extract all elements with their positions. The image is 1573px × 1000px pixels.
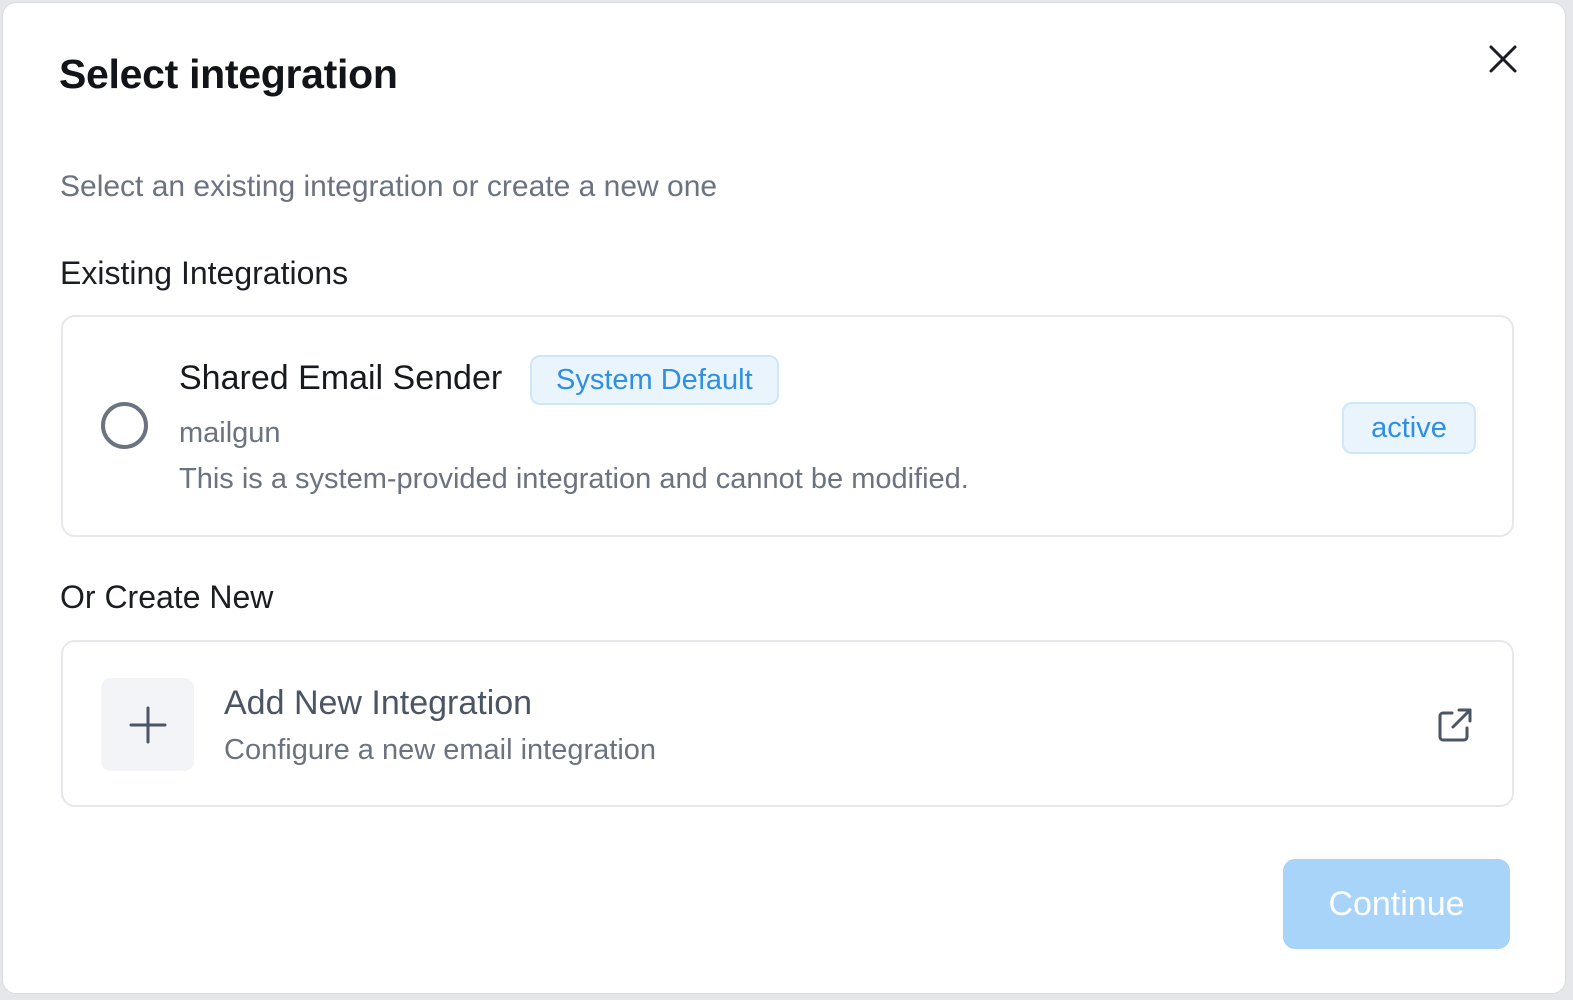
integration-provider: mailgun [179,417,281,449]
external-link-icon[interactable] [1435,705,1475,745]
integration-name: Shared Email Sender [179,359,503,397]
status-badge: active [1342,402,1476,454]
plus-icon [129,706,166,743]
integration-radio[interactable] [101,402,148,449]
integration-description: This is a system-provided integration an… [179,463,969,495]
add-new-integration-card[interactable]: Add New Integration Configure a new emai… [61,640,1514,807]
continue-button[interactable]: Continue [1283,859,1510,949]
close-icon [1489,45,1517,73]
dialog-subtitle: Select an existing integration or create… [60,170,718,203]
add-new-integration-description: Configure a new email integration [224,734,657,766]
integration-option-card[interactable]: Shared Email Sender System Default mailg… [61,315,1514,537]
select-integration-dialog: Select integration Select an existing in… [2,2,1566,994]
close-button[interactable] [1483,39,1523,79]
create-new-heading: Or Create New [60,579,274,615]
existing-integrations-heading: Existing Integrations [60,255,349,291]
add-new-integration-title: Add New Integration [224,684,533,722]
system-default-badge: System Default [530,355,779,405]
dialog-title: Select integration [59,51,398,97]
plus-tile [101,678,194,771]
